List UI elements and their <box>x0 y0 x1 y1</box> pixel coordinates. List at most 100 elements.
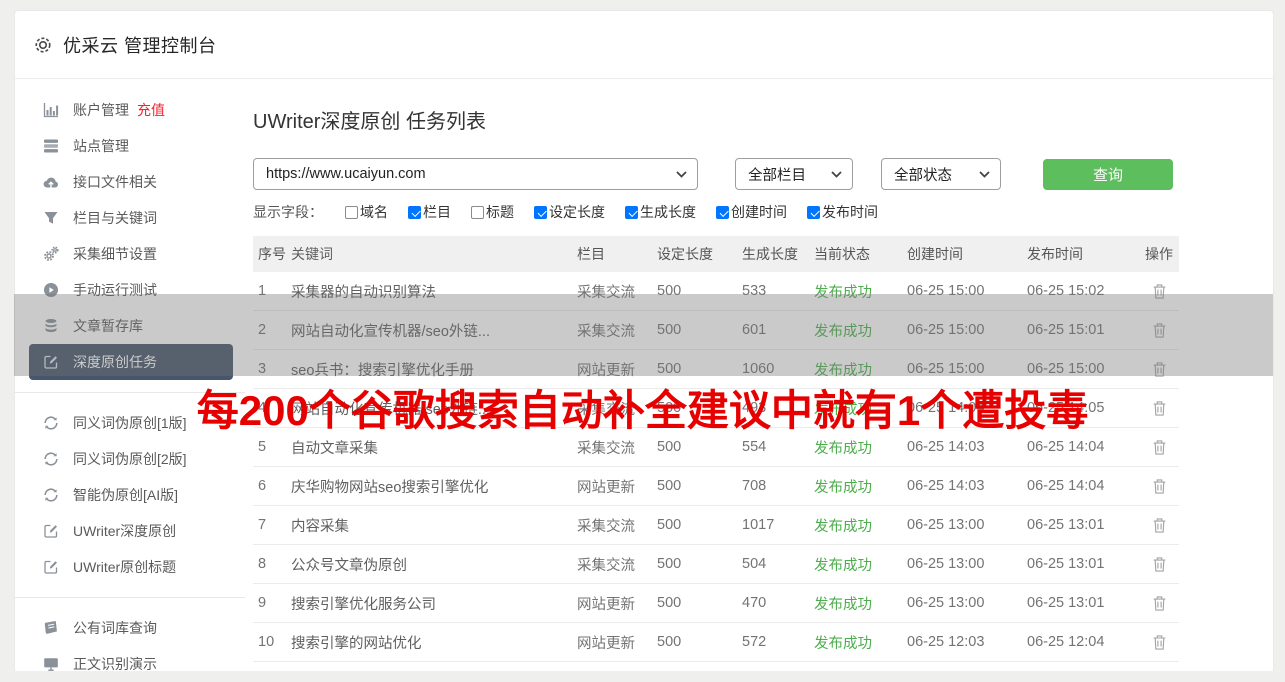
trash-icon <box>1152 634 1167 651</box>
created-time-cell: 06-25 12:03 <box>907 634 985 650</box>
page-title: UWriter深度原创 任务列表 <box>253 111 486 133</box>
gen-length-cell: 504 <box>742 556 767 572</box>
checkbox-icon <box>625 205 638 219</box>
sidebar-item[interactable]: 文章暂存库 <box>29 308 233 344</box>
field-checkbox-option[interactable]: 生成长度 <box>625 202 696 222</box>
table-row: 3 seo兵书：搜索引擎优化手册 网站更新 500 1060 发布成功 06-25 15:0… <box>253 350 1179 389</box>
field-checkbox-option[interactable]: 标题 <box>471 202 514 222</box>
delete-button[interactable] <box>1150 554 1169 575</box>
sidebar-item[interactable]: 栏目与关键词 <box>29 200 233 236</box>
sidebar-item-label: 同义词伪原创[2版] <box>73 451 187 467</box>
keyword-cell: 公众号文章伪原创 <box>291 557 407 574</box>
sidebar-item-label: 公有词库查询 <box>73 620 157 636</box>
keyword-cell: 内容采集 <box>291 518 349 535</box>
status-cell: 发布成功 <box>814 596 872 613</box>
set-length-cell: 500 <box>657 556 682 572</box>
keyword-cell: 自动文章采集 <box>291 440 378 457</box>
field-checkbox-option[interactable]: 栏目 <box>408 202 451 222</box>
sidebar-item[interactable]: 手动运行测试 <box>29 272 233 308</box>
display-fields-row: 显示字段： 域名 栏目 标题 设定长度 生成长度 创建时间 发布时间 <box>253 204 1273 220</box>
sidebar-item-label: 同义词伪原创[1版] <box>73 415 187 431</box>
sidebar-item[interactable]: 公有词库查询 <box>29 610 233 646</box>
edit-icon <box>43 354 59 370</box>
task-table: 序号 关键词 栏目 设定长度 生成长度 当前状态 创建时间 发布时间 操作 1 采集器的自动识别算… <box>253 236 1179 662</box>
delete-button[interactable] <box>1150 281 1169 302</box>
trash-icon <box>1152 439 1167 456</box>
filter-icon <box>43 210 59 226</box>
created-time-cell: 06-25 13:00 <box>907 595 985 611</box>
chevron-down-icon <box>979 171 990 178</box>
checkbox-icon <box>534 205 547 219</box>
set-length-cell: 500 <box>657 634 682 650</box>
created-time-cell: 06-25 15:00 <box>907 322 985 338</box>
sidebar-item[interactable]: 站点管理 <box>29 128 233 164</box>
field-checkbox-option[interactable]: 域名 <box>345 202 388 222</box>
status-select-value: 全部状态 <box>894 167 952 184</box>
created-time-cell: 06-25 13:00 <box>907 556 985 572</box>
field-checkbox-option[interactable]: 创建时间 <box>716 202 787 222</box>
field-checkbox-option[interactable]: 发布时间 <box>807 202 878 222</box>
created-time-cell: 06-25 15:00 <box>907 361 985 377</box>
edit-icon <box>43 559 59 575</box>
field-checkbox-option[interactable]: 设定长度 <box>534 202 605 222</box>
set-length-cell: 500 <box>657 283 682 299</box>
status-select[interactable]: 全部状态 <box>881 158 1001 190</box>
recharge-badge[interactable]: 充值 <box>137 100 165 120</box>
sidebar-item[interactable]: UWriter原创标题 <box>29 549 233 585</box>
sidebar-item[interactable]: 同义词伪原创[2版] <box>29 441 233 477</box>
operation-cell <box>1139 437 1179 458</box>
sidebar-item[interactable]: 智能伪原创[AI版] <box>29 477 233 513</box>
set-length-cell: 500 <box>657 595 682 611</box>
site-select-value: https://www.ucaiyun.com <box>266 166 426 182</box>
trash-icon <box>1152 322 1167 339</box>
status-cell: 发布成功 <box>814 635 872 652</box>
checkbox-label: 发布时间 <box>822 204 878 220</box>
column-select[interactable]: 全部栏目 <box>735 158 853 190</box>
delete-button[interactable] <box>1150 632 1169 653</box>
delete-button[interactable] <box>1150 476 1169 497</box>
delete-button[interactable] <box>1150 359 1169 380</box>
gen-length-cell: 1017 <box>742 517 775 533</box>
row-index: 2 <box>258 322 267 338</box>
sidebar-item[interactable]: 同义词伪原创[1版] <box>29 405 233 441</box>
delete-button[interactable] <box>1150 593 1169 614</box>
refresh-icon <box>43 487 59 503</box>
checkbox-icon <box>807 205 820 219</box>
keyword-cell: 庆华购物网站seo搜索引擎优化 <box>291 479 489 496</box>
delete-button[interactable] <box>1150 320 1169 341</box>
sidebar-item[interactable]: 深度原创任务 <box>29 344 233 380</box>
status-cell: 发布成功 <box>814 479 872 496</box>
status-cell: 发布成功 <box>814 362 872 379</box>
column-header: 发布时间 <box>1027 246 1083 262</box>
sidebar-item[interactable]: 接口文件相关 <box>29 164 233 200</box>
query-button[interactable]: 查询 <box>1043 158 1173 190</box>
monitor-icon <box>43 656 59 672</box>
published-time-cell: 06-25 14:04 <box>1027 478 1105 494</box>
sidebar-item[interactable]: 采集细节设置 <box>29 236 233 272</box>
column-header: 创建时间 <box>907 246 963 262</box>
sidebar-item-label: 栏目与关键词 <box>73 210 157 226</box>
operation-cell <box>1139 593 1179 614</box>
row-index: 9 <box>258 595 267 611</box>
gen-length-cell: 572 <box>742 634 767 650</box>
published-time-cell: 06-25 15:01 <box>1027 322 1105 338</box>
trash-icon <box>1152 400 1167 417</box>
gears-icon <box>43 246 59 262</box>
sidebar-item[interactable]: 账户管理 充值 <box>29 92 233 128</box>
gen-length-cell: 493 <box>742 400 767 416</box>
sidebar-item[interactable]: 正文识别演示 <box>29 646 233 682</box>
delete-button[interactable] <box>1150 437 1169 458</box>
app-title: 优采云 管理控制台 <box>63 35 217 56</box>
column-cell: 采集交流 <box>577 284 635 301</box>
delete-button[interactable] <box>1150 515 1169 536</box>
chevron-down-icon <box>831 171 842 178</box>
sidebar-item[interactable]: UWriter深度原创 <box>29 513 233 549</box>
gen-length-cell: 470 <box>742 595 767 611</box>
created-time-cell: 06-25 14:03 <box>907 478 985 494</box>
column-cell: 采集交流 <box>577 401 635 418</box>
delete-button[interactable] <box>1150 398 1169 419</box>
row-index: 3 <box>258 361 267 377</box>
operation-cell <box>1139 281 1179 302</box>
site-select[interactable]: https://www.ucaiyun.com <box>253 158 698 190</box>
keyword-cell: 网站自动化宣传机器/seo外链... <box>291 323 490 340</box>
